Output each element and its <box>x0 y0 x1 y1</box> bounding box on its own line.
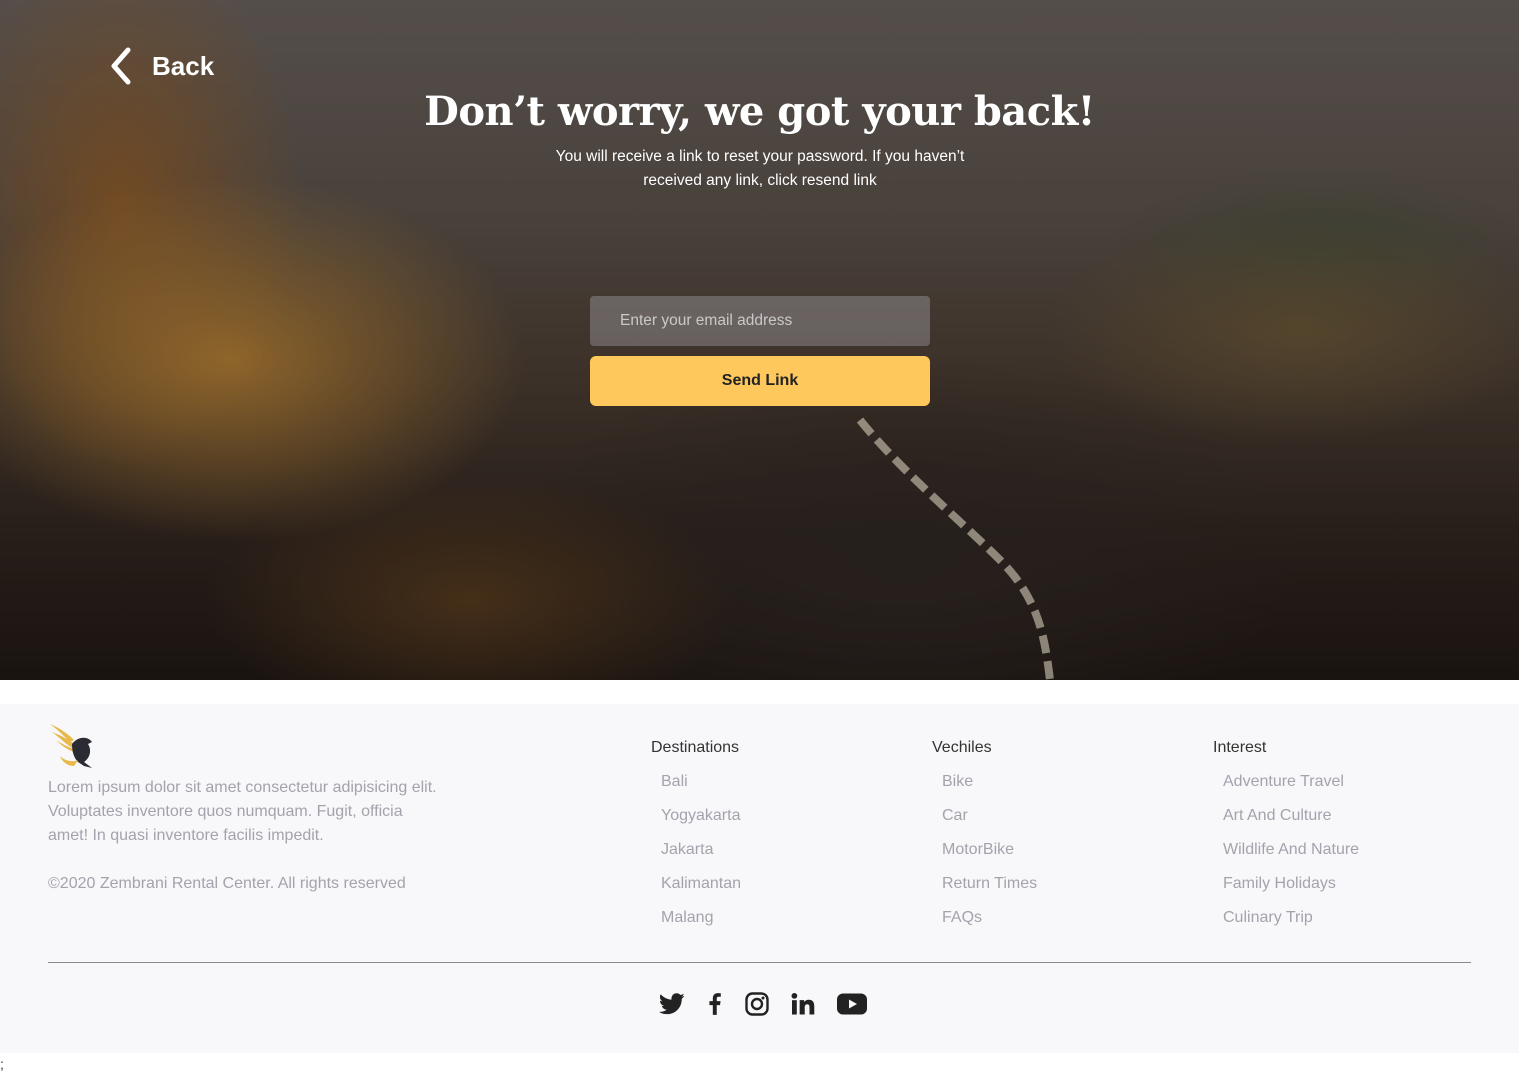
instagram-icon[interactable] <box>745 992 769 1016</box>
footer-link[interactable]: Art And Culture <box>1223 804 1359 828</box>
page-subtitle: You will receive a link to reset your pa… <box>555 148 965 189</box>
social-links <box>659 992 867 1016</box>
column-title: Interest <box>1213 739 1267 756</box>
footer-link[interactable]: Car <box>942 804 1037 828</box>
footer-link[interactable]: Kalimantan <box>661 872 741 896</box>
footer-link[interactable]: Family Holidays <box>1223 872 1359 896</box>
back-label: Back <box>152 50 215 81</box>
linkedin-icon[interactable] <box>791 993 815 1015</box>
footer-column-vehicles: Vechiles Bike Car MotorBike Return Times… <box>932 736 1037 940</box>
footer-link[interactable]: FAQs <box>942 906 1037 930</box>
email-field[interactable] <box>590 296 930 346</box>
facebook-icon[interactable] <box>709 993 721 1015</box>
footer-about-text: Lorem ipsum dolor sit amet consectetur a… <box>48 779 437 844</box>
chevron-left-icon <box>111 47 131 85</box>
footer-column-destinations: Destinations Bali Yogyakarta Jakarta Kal… <box>651 736 741 940</box>
twitter-icon[interactable] <box>659 993 685 1015</box>
footer-link[interactable]: Adventure Travel <box>1223 770 1359 794</box>
footer-link[interactable]: Culinary Trip <box>1223 906 1359 930</box>
youtube-icon[interactable] <box>837 993 867 1015</box>
footer-link[interactable]: Wildlife And Nature <box>1223 838 1359 862</box>
footer-link[interactable]: Bike <box>942 770 1037 794</box>
footer-link[interactable]: Return Times <box>942 872 1037 896</box>
column-title: Vechiles <box>932 739 992 756</box>
footer-divider <box>48 962 1471 963</box>
footer-link[interactable]: MotorBike <box>942 838 1037 862</box>
footer-link[interactable]: Malang <box>661 906 741 930</box>
footer-link[interactable]: Yogyakarta <box>661 804 741 828</box>
page-title: Don’t worry, we got your back! <box>424 88 1095 135</box>
footer: Lorem ipsum dolor sit amet consectetur a… <box>0 704 1519 1053</box>
hero-section: Back Don’t worry, we got your back! You … <box>0 0 1519 680</box>
column-title: Destinations <box>651 739 740 756</box>
footer-link[interactable]: Jakarta <box>661 838 741 862</box>
footer-link[interactable]: Bali <box>661 770 741 794</box>
send-link-button[interactable]: Send Link <box>590 356 930 406</box>
footer-column-interest: Interest Adventure Travel Art And Cultur… <box>1213 736 1359 940</box>
stray-text: ; <box>0 1056 4 1072</box>
copyright-text: ©2020 Zembrani Rental Center. All rights… <box>48 875 406 892</box>
back-button[interactable]: Back <box>108 44 214 88</box>
pegasus-logo-icon <box>50 724 92 768</box>
